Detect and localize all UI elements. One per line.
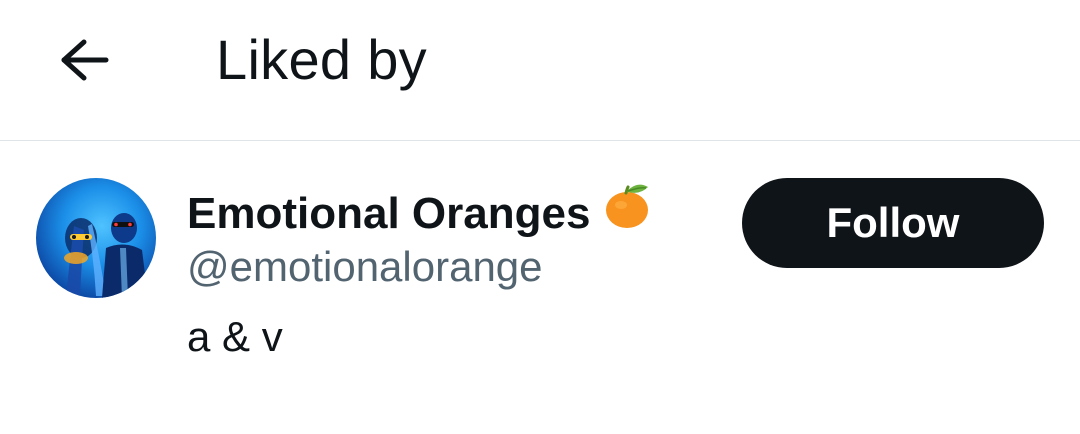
follow-button[interactable]: Follow <box>742 178 1044 268</box>
arrow-left-icon <box>61 39 109 81</box>
page-title: Liked by <box>216 28 427 91</box>
tangerine-icon <box>604 181 650 243</box>
back-button[interactable] <box>52 28 116 92</box>
avatar[interactable] <box>36 178 156 298</box>
avatar-image <box>64 213 148 298</box>
user-handle[interactable]: @emotionalorange <box>187 240 543 294</box>
display-name-text: Emotional Oranges <box>187 189 591 238</box>
user-list-item[interactable]: Emotional Oranges @emotionalorange a & v… <box>0 142 1080 434</box>
user-display-name[interactable]: Emotional Oranges <box>187 184 650 243</box>
top-bar: Liked by <box>0 0 1080 141</box>
user-bio: a & v <box>187 313 283 360</box>
